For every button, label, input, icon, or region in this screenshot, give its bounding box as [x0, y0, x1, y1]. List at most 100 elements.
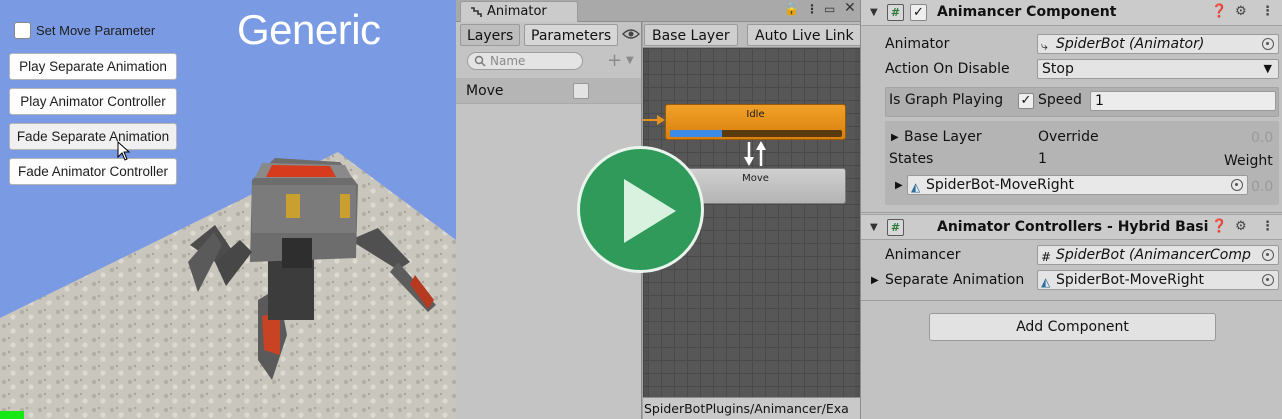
state-node-idle[interactable]: Idle [665, 104, 846, 140]
component-enabled-checkbox[interactable]: ✓ [910, 4, 927, 21]
tab-layers[interactable]: Layers [460, 24, 521, 46]
add-parameter-icon[interactable]: + [607, 50, 622, 71]
auto-live-link-toggle[interactable]: Auto Live Link [747, 24, 862, 46]
play-icon [624, 179, 676, 243]
state-name: SpiderBot-MoveRight [926, 177, 1075, 193]
animancer-value: SpiderBot (AnimancerComp [1056, 247, 1251, 263]
animator-icon [471, 7, 482, 17]
search-icon [474, 55, 486, 67]
help-icon[interactable]: ❓ [1211, 219, 1227, 234]
transition-arrows[interactable] [741, 140, 771, 168]
search-placeholder: Name [490, 54, 526, 68]
parameter-bool-checkbox[interactable] [573, 83, 589, 99]
object-picker-icon[interactable] [1262, 38, 1274, 50]
separate-animation-field[interactable]: ◭ SpiderBot-MoveRight [1037, 270, 1279, 290]
layer-states-box: ▶ Base Layer Override 0.0 States 1 Weigh… [885, 121, 1279, 205]
state-object-field[interactable]: ◭ SpiderBot-MoveRight [907, 175, 1248, 195]
chevron-down-icon: ▼ [1263, 62, 1272, 75]
mouse-cursor-icon [117, 141, 131, 161]
eye-icon[interactable] [622, 28, 640, 40]
script-icon: # [887, 219, 904, 236]
fade-separate-animation-button[interactable]: Fade Separate Animation [9, 123, 177, 150]
state-progress-fill [670, 130, 722, 137]
action-on-disable-label: Action On Disable [885, 61, 1010, 77]
animator-tab[interactable]: Animator [460, 1, 578, 22]
foldout-icon[interactable]: ▶ [895, 180, 903, 191]
states-label: States [889, 151, 934, 167]
scene-title: Generic [237, 6, 381, 53]
preset-icon[interactable]: ⚙ [1235, 4, 1247, 19]
add-component-button[interactable]: Add Component [929, 313, 1216, 341]
component-title: Animator Controllers - Hybrid Basi [937, 219, 1209, 235]
maximize-icon[interactable]: ▭ [824, 2, 835, 16]
more-options-icon[interactable]: ⋮ [806, 2, 818, 16]
base-layer-mode: Override [1038, 129, 1099, 145]
divider [861, 300, 1282, 301]
states-count: 1 [1038, 151, 1047, 167]
hybrid-component-header[interactable]: ▼ # Animator Controllers - Hybrid Basi ❓… [861, 214, 1282, 240]
base-layer-label: Base Layer [904, 129, 982, 145]
help-icon[interactable]: ❓ [1211, 4, 1227, 19]
dropdown-value: Stop [1042, 61, 1074, 77]
play-animator-controller-button[interactable]: Play Animator Controller [9, 88, 177, 115]
object-picker-icon[interactable] [1262, 274, 1274, 286]
speed-label: Speed [1038, 92, 1082, 108]
animancer-label: Animancer [885, 247, 961, 263]
parameter-row[interactable]: Move [456, 78, 641, 104]
state-weight: 0.0 [1251, 179, 1274, 195]
entry-transition-arrow [643, 115, 665, 125]
object-picker-icon[interactable] [1231, 179, 1243, 191]
foldout-icon[interactable]: ▶ [871, 275, 879, 286]
set-move-parameter-checkbox[interactable] [14, 22, 31, 39]
object-picker-icon[interactable] [1262, 249, 1274, 261]
script-icon: # [887, 4, 904, 21]
inspector-panel: ▼ # ✓ Animancer Component ❓ ⚙ ⋮ Animator… [860, 0, 1282, 419]
foldout-icon[interactable]: ▼ [870, 7, 878, 18]
fps-indicator [0, 411, 24, 419]
action-on-disable-dropdown[interactable]: Stop ▼ [1037, 59, 1279, 79]
chevron-down-icon[interactable]: ▼ [626, 55, 634, 66]
speed-field[interactable]: 1 [1090, 91, 1276, 111]
weight-label: Weight [1224, 153, 1273, 169]
lock-icon[interactable]: 🔒 [784, 2, 799, 16]
state-progress-bar [670, 130, 842, 137]
separate-animation-label: Separate Animation [885, 272, 1025, 288]
component-title: Animancer Component [937, 4, 1117, 20]
game-view: Set Move Parameter Play Separate Animati… [0, 0, 456, 419]
animator-label: Animator [885, 36, 950, 52]
animator-tab-label: Animator [487, 4, 547, 19]
animancer-object-field[interactable]: # SpiderBot (AnimancerComp [1037, 245, 1279, 265]
animator-value: SpiderBot (Animator) [1056, 36, 1205, 52]
animation-clip-icon: ◭ [911, 180, 921, 194]
play-separate-animation-button[interactable]: Play Separate Animation [9, 53, 177, 80]
graph-status-box: Is Graph Playing ✓ Speed 1 [885, 87, 1279, 117]
set-move-parameter-label: Set Move Parameter [36, 23, 156, 38]
play-video-button[interactable] [577, 146, 704, 273]
graph-toolbar: Base Layer Auto Live Link [643, 22, 862, 48]
more-options-icon[interactable]: ⋮ [1261, 219, 1274, 234]
animator-object-field[interactable]: ⤷ SpiderBot (Animator) [1037, 34, 1279, 54]
state-node-label: Move [742, 173, 769, 184]
parameter-search-input[interactable]: Name [467, 52, 583, 70]
controller-path: SpiderBotPlugins/Animancer/Exa [643, 397, 860, 419]
animator-tab-bar: Animator 🔒 ⋮ ▭ ✕ [456, 0, 860, 22]
is-graph-playing-label: Is Graph Playing [889, 92, 1004, 108]
close-icon[interactable]: ✕ [844, 0, 856, 16]
foldout-icon[interactable]: ▼ [870, 222, 878, 233]
fade-animator-controller-button[interactable]: Fade Animator Controller [9, 158, 177, 185]
parameter-name: Move [466, 83, 504, 99]
is-graph-playing-checkbox[interactable]: ✓ [1018, 93, 1034, 109]
separate-animation-value: SpiderBot-MoveRight [1056, 272, 1205, 288]
more-options-icon[interactable]: ⋮ [1261, 4, 1274, 19]
tab-parameters[interactable]: Parameters [524, 24, 619, 46]
animation-clip-icon: ◭ [1041, 275, 1051, 289]
animancer-component-header[interactable]: ▼ # ✓ Animancer Component ❓ ⚙ ⋮ [861, 0, 1282, 26]
script-icon: # [1041, 250, 1052, 264]
base-layer-weight: 0.0 [1251, 130, 1274, 146]
breadcrumb[interactable]: Base Layer [644, 24, 738, 46]
foldout-icon[interactable]: ▶ [891, 132, 899, 143]
divider [861, 212, 1282, 213]
state-node-label: Idle [746, 109, 765, 120]
animator-icon: ⤷ [1041, 39, 1048, 53]
preset-icon[interactable]: ⚙ [1235, 219, 1247, 234]
